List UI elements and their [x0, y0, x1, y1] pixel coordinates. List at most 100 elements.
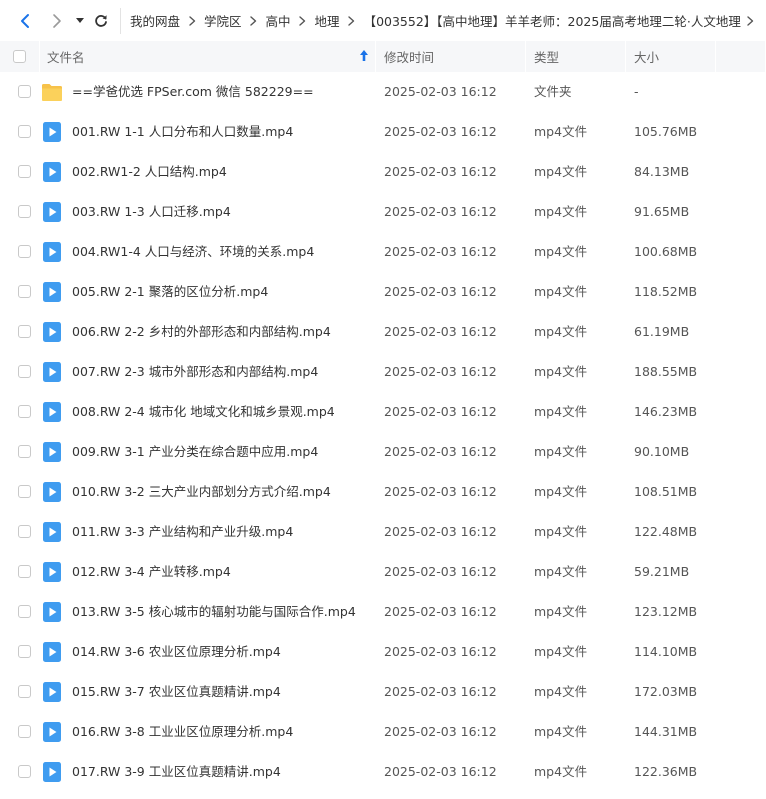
file-name[interactable]: 008.RW 2-4 城市化 地域文化和城乡景观.mp4 — [72, 392, 335, 432]
row-checkbox[interactable] — [18, 165, 31, 178]
row-checkbox[interactable] — [18, 445, 31, 458]
file-size: 172.03MB — [634, 684, 698, 699]
file-name[interactable]: 007.RW 2-3 城市外部形态和内部结构.mp4 — [72, 352, 318, 392]
toolbar-divider — [120, 8, 121, 34]
folder-icon — [42, 84, 62, 101]
row-checkbox[interactable] — [18, 605, 31, 618]
back-button[interactable] — [14, 10, 36, 32]
file-size: 144.31MB — [634, 724, 698, 739]
file-name[interactable]: 015.RW 3-7 农业区位真题精讲.mp4 — [72, 672, 281, 712]
refresh-icon — [95, 15, 107, 27]
video-file-icon — [43, 602, 61, 622]
sort-ascending-icon — [360, 50, 368, 61]
row-checkbox[interactable] — [18, 685, 31, 698]
video-file-icon — [43, 242, 61, 262]
breadcrumb-item-high-school[interactable]: 高中 — [258, 11, 299, 30]
video-file-icon — [43, 522, 61, 542]
breadcrumb-item-geography[interactable]: 地理 — [307, 11, 348, 30]
file-size: 91.65MB — [634, 204, 690, 219]
file-name[interactable]: ==学爸优选 FPSer.com 微信 582229== — [72, 72, 314, 112]
file-type: mp4文件 — [534, 404, 588, 419]
chevron-left-icon — [21, 14, 29, 28]
file-row[interactable]: 001.RW 1-1 人口分布和人口数量.mp4 2025-02-03 16:12… — [0, 112, 766, 152]
row-checkbox[interactable] — [18, 285, 31, 298]
history-dropdown-button[interactable] — [73, 10, 87, 32]
breadcrumb-separator-icon — [747, 15, 755, 26]
breadcrumb-item-academy[interactable]: 学院区 — [196, 11, 250, 30]
file-modified-time: 2025-02-03 16:12 — [384, 484, 497, 499]
file-row[interactable]: 015.RW 3-7 农业区位真题精讲.mp4 2025-02-03 16:12 m… — [0, 672, 766, 712]
file-row[interactable]: 012.RW 3-4 产业转移.mp4 2025-02-03 16:12 mp4文件… — [0, 552, 766, 592]
file-row[interactable]: 006.RW 2-2 乡村的外部形态和内部结构.mp4 2025-02-03 16… — [0, 312, 766, 352]
file-name[interactable]: 012.RW 3-4 产业转移.mp4 — [72, 552, 231, 592]
file-name[interactable]: 017.RW 3-9 工业区位真题精讲.mp4 — [72, 752, 281, 792]
file-type: 文件夹 — [534, 84, 572, 99]
row-checkbox[interactable] — [18, 565, 31, 578]
file-name[interactable]: 001.RW 1-1 人口分布和人口数量.mp4 — [72, 112, 293, 152]
file-row[interactable]: 009.RW 3-1 产业分类在综合题中应用.mp4 2025-02-03 16:… — [0, 432, 766, 472]
file-row[interactable]: 007.RW 2-3 城市外部形态和内部结构.mp4 2025-02-03 16:… — [0, 352, 766, 392]
file-type: mp4文件 — [534, 644, 588, 659]
breadcrumb-item-current-folder[interactable]: 【003552】【高中地理】羊羊老师：2025届高考地理二轮·人文地理 — [356, 11, 747, 30]
file-modified-time: 2025-02-03 16:12 — [384, 364, 497, 379]
file-modified-time: 2025-02-03 16:12 — [384, 444, 497, 459]
row-checkbox[interactable] — [18, 125, 31, 138]
row-checkbox[interactable] — [18, 525, 31, 538]
file-name[interactable]: 003.RW 1-3 人口迁移.mp4 — [72, 192, 231, 232]
toolbar: 我的网盘 学院区 高中 地理 【003552】【高中地理】羊羊老师：2025届高… — [0, 0, 766, 41]
file-name[interactable]: 011.RW 3-3 产业结构和产业升级.mp4 — [72, 512, 293, 552]
file-name[interactable]: 016.RW 3-8 工业业区位原理分析.mp4 — [72, 712, 293, 752]
row-checkbox[interactable] — [18, 765, 31, 778]
column-header-modified-label: 修改时间 — [384, 50, 435, 65]
file-name[interactable]: 005.RW 2-1 聚落的区位分析.mp4 — [72, 272, 268, 312]
file-name[interactable]: 014.RW 3-6 农业区位原理分析.mp4 — [72, 632, 281, 672]
file-row[interactable]: 003.RW 1-3 人口迁移.mp4 2025-02-03 16:12 mp4文件… — [0, 192, 766, 232]
file-name[interactable]: 002.RW1-2 人口结构.mp4 — [72, 152, 227, 192]
row-checkbox[interactable] — [18, 245, 31, 258]
file-modified-time: 2025-02-03 16:12 — [384, 404, 497, 419]
row-checkbox[interactable] — [18, 645, 31, 658]
column-header-size-label: 大小 — [634, 50, 660, 65]
file-name[interactable]: 010.RW 3-2 三大产业内部划分方式介绍.mp4 — [72, 472, 331, 512]
file-name[interactable]: 004.RW1-4 人口与经济、环境的关系.mp4 — [72, 232, 314, 272]
column-header-modified[interactable]: 修改时间 — [376, 41, 526, 72]
file-row[interactable]: 017.RW 3-9 工业区位真题精讲.mp4 2025-02-03 16:12 m… — [0, 752, 766, 792]
file-row[interactable]: 014.RW 3-6 农业区位原理分析.mp4 2025-02-03 16:12 m… — [0, 632, 766, 672]
file-row[interactable]: 005.RW 2-1 聚落的区位分析.mp4 2025-02-03 16:12 mp… — [0, 272, 766, 312]
file-type: mp4文件 — [534, 244, 588, 259]
file-name[interactable]: 009.RW 3-1 产业分类在综合题中应用.mp4 — [72, 432, 318, 472]
breadcrumb-separator-icon — [299, 15, 307, 26]
file-modified-time: 2025-02-03 16:12 — [384, 204, 497, 219]
file-modified-time: 2025-02-03 16:12 — [384, 164, 497, 179]
row-checkbox[interactable] — [18, 405, 31, 418]
refresh-button[interactable] — [90, 10, 112, 32]
file-size: 123.12MB — [634, 604, 698, 619]
column-header-size[interactable]: 大小 — [626, 41, 716, 72]
column-header-type[interactable]: 类型 — [526, 41, 626, 72]
row-checkbox[interactable] — [18, 725, 31, 738]
row-checkbox[interactable] — [18, 205, 31, 218]
row-checkbox[interactable] — [18, 325, 31, 338]
breadcrumb-item-my-drive[interactable]: 我的网盘 — [122, 11, 188, 30]
row-checkbox[interactable] — [18, 365, 31, 378]
file-size: 122.36MB — [634, 764, 698, 779]
row-checkbox[interactable] — [18, 85, 31, 98]
file-row[interactable]: 002.RW1-2 人口结构.mp4 2025-02-03 16:12 mp4文件 8… — [0, 152, 766, 192]
file-row[interactable]: 008.RW 2-4 城市化 地域文化和城乡景观.mp4 2025-02-03 1… — [0, 392, 766, 432]
file-name[interactable]: 013.RW 3-5 核心城市的辐射功能与国际合作.mp4 — [72, 592, 356, 632]
file-row[interactable]: 016.RW 3-8 工业业区位原理分析.mp4 2025-02-03 16:12… — [0, 712, 766, 752]
column-header-type-label: 类型 — [534, 50, 560, 65]
file-modified-time: 2025-02-03 16:12 — [384, 684, 497, 699]
file-name[interactable]: 006.RW 2-2 乡村的外部形态和内部结构.mp4 — [72, 312, 331, 352]
file-row[interactable]: 011.RW 3-3 产业结构和产业升级.mp4 2025-02-03 16:12… — [0, 512, 766, 552]
forward-button[interactable] — [46, 10, 68, 32]
file-row[interactable]: 004.RW1-4 人口与经济、环境的关系.mp4 2025-02-03 16:1… — [0, 232, 766, 272]
file-row[interactable]: 013.RW 3-5 核心城市的辐射功能与国际合作.mp4 2025-02-03 … — [0, 592, 766, 632]
column-header-name[interactable]: 文件名 — [40, 41, 376, 72]
row-checkbox[interactable] — [18, 485, 31, 498]
file-row[interactable]: ==学爸优选 FPSer.com 微信 582229== 2025-02-03 … — [0, 72, 766, 112]
file-type: mp4文件 — [534, 724, 588, 739]
file-row[interactable]: 010.RW 3-2 三大产业内部划分方式介绍.mp4 2025-02-03 16… — [0, 472, 766, 512]
file-type: mp4文件 — [534, 764, 588, 779]
select-all-checkbox[interactable] — [13, 50, 26, 63]
